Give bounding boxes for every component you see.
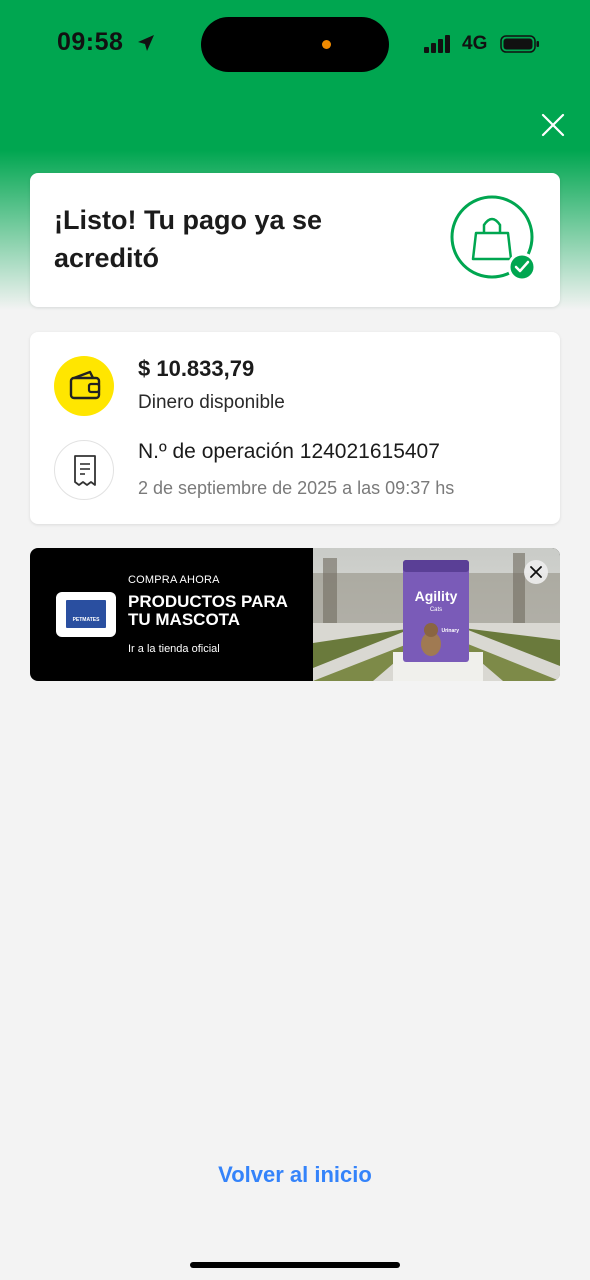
back-to-home-button[interactable]: Volver al inicio [0, 1162, 590, 1188]
home-indicator [190, 1262, 400, 1268]
banner-product-image: Agility Cats Urinary [313, 548, 560, 681]
status-time: 09:58 [57, 28, 124, 56]
available-amount-label: Dinero disponible [138, 392, 285, 413]
receipt-icon [54, 440, 114, 500]
product-brand: Agility [415, 588, 458, 604]
signal-icon [424, 35, 450, 53]
privacy-indicator [322, 40, 331, 49]
dynamic-island [201, 17, 389, 72]
success-card: ¡Listo! Tu pago ya se acreditó [30, 173, 560, 307]
product-sub: Cats [430, 607, 442, 613]
banner-title: PRODUCTOS PARA TU MASCOTA [128, 592, 288, 629]
wallet-icon [54, 356, 114, 416]
promo-banner[interactable]: PETMATES COMPRA AHORA PRODUCTOS PARA TU … [30, 548, 560, 681]
status-bar: 09:58 4G [0, 0, 590, 90]
brand-logo: PETMATES [56, 592, 116, 637]
product-variant: Urinary [441, 628, 459, 634]
network-type: 4G [462, 33, 488, 54]
banner-kicker: COMPRA AHORA [128, 574, 220, 586]
success-title: ¡Listo! Tu pago ya se acreditó [54, 205, 323, 273]
location-arrow-icon [138, 35, 154, 51]
close-icon[interactable] [538, 110, 568, 140]
banner-close-icon [530, 566, 542, 578]
brand-logo-text: PETMATES [72, 617, 100, 623]
operation-date: 2 de septiembre de 2025 a las 09:37 hs [138, 478, 455, 498]
banner-store-link[interactable]: Ir a la tienda oficial [128, 643, 220, 655]
operation-number: N.º de operación 124021615407 [138, 440, 440, 463]
available-amount: $ 10.833,79 [138, 356, 255, 381]
banner-close-button[interactable] [524, 560, 548, 584]
battery-icon [500, 35, 539, 53]
payment-details-card: $ 10.833,79 Dinero disponible N.º de ope… [30, 332, 560, 524]
shopping-bag-check-icon [450, 195, 537, 282]
